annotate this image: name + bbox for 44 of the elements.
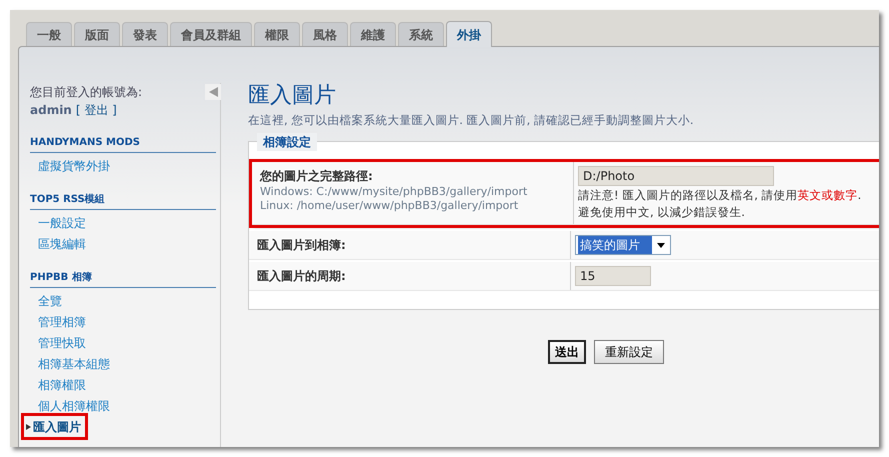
nav-tab[interactable]: 系統	[398, 22, 444, 46]
path-hint: Windows: C:/www/mysite/phpBB3/gallery/import	[260, 185, 528, 200]
nav-tab[interactable]: 外掛	[446, 21, 492, 47]
path-hint: Linux: /home/user/www/phpBB3/gallery/import	[260, 199, 520, 214]
warning-note: 避免使用中文, 以減少錯誤發生.	[578, 205, 746, 220]
account-label: 您目前登入的帳號為:	[30, 84, 142, 101]
text-field[interactable]: D:/Photo	[578, 166, 774, 186]
sidebar-link[interactable]: 匯入圖片	[24, 416, 85, 437]
username: admin	[30, 102, 72, 119]
section-heading: PHPBB 相簿	[30, 270, 216, 288]
nav-tab[interactable]: 權限	[254, 22, 300, 46]
fieldset-legend: 相簿設定	[257, 133, 317, 152]
nav-tab[interactable]: 會員及群組	[170, 22, 252, 46]
setting-label: 匯入圖片的周期:	[257, 268, 347, 286]
sidebar-link[interactable]: 全覽	[30, 290, 62, 311]
sidebar-link[interactable]: 管理相簿	[30, 311, 86, 332]
sidebar-link[interactable]: 虛擬貨幣外掛	[30, 155, 110, 176]
sidebar-link[interactable]: 一般設定	[30, 212, 86, 233]
pointer-icon	[26, 424, 31, 430]
page-description: 在這裡, 您可以由檔案系統大量匯入圖片. 匯入圖片前, 請確認已經手動調整圖片大小.	[248, 112, 695, 129]
section-heading: HANDYMANS MODS	[30, 135, 216, 153]
left-triangle-icon	[208, 87, 218, 97]
warning-note: 請注意! 匯入圖片的路徑以及檔名, 請使用英文或數字.	[578, 188, 862, 204]
nav-tab[interactable]: 維護	[350, 22, 396, 46]
logout-link[interactable]: [ 登出 ]	[76, 101, 117, 119]
album-dropdown[interactable]: 搞笑的圖片	[575, 235, 671, 256]
sidebar-link[interactable]: 相簿權限	[30, 374, 86, 395]
text-field[interactable]: 15	[575, 266, 651, 286]
nav-tab[interactable]: 發表	[122, 22, 168, 46]
dropdown-caret-icon	[657, 242, 665, 248]
setting-label: 匯入圖片到相簿:	[257, 237, 347, 254]
collapse-button[interactable]	[205, 84, 221, 100]
setting-label: 您的圖片之完整路徑:	[260, 168, 374, 186]
sidebar-link[interactable]: 管理快取	[30, 332, 86, 353]
sidebar-link[interactable]: 相簿基本組態	[30, 353, 110, 374]
sidebar-link[interactable]: 個人相簿權限	[30, 395, 110, 416]
section-heading: TOP5 RSS模組	[30, 192, 216, 210]
nav-tab[interactable]: 風格	[302, 22, 348, 46]
nav-tab[interactable]: 一般	[26, 22, 72, 46]
submit-button[interactable]: 送出	[548, 340, 586, 364]
reset-button[interactable]: 重新設定	[594, 340, 664, 364]
nav-tab[interactable]: 版面	[74, 22, 120, 46]
page-title: 匯入圖片	[248, 83, 337, 109]
sidebar-link[interactable]: 區塊編輯	[30, 233, 86, 254]
